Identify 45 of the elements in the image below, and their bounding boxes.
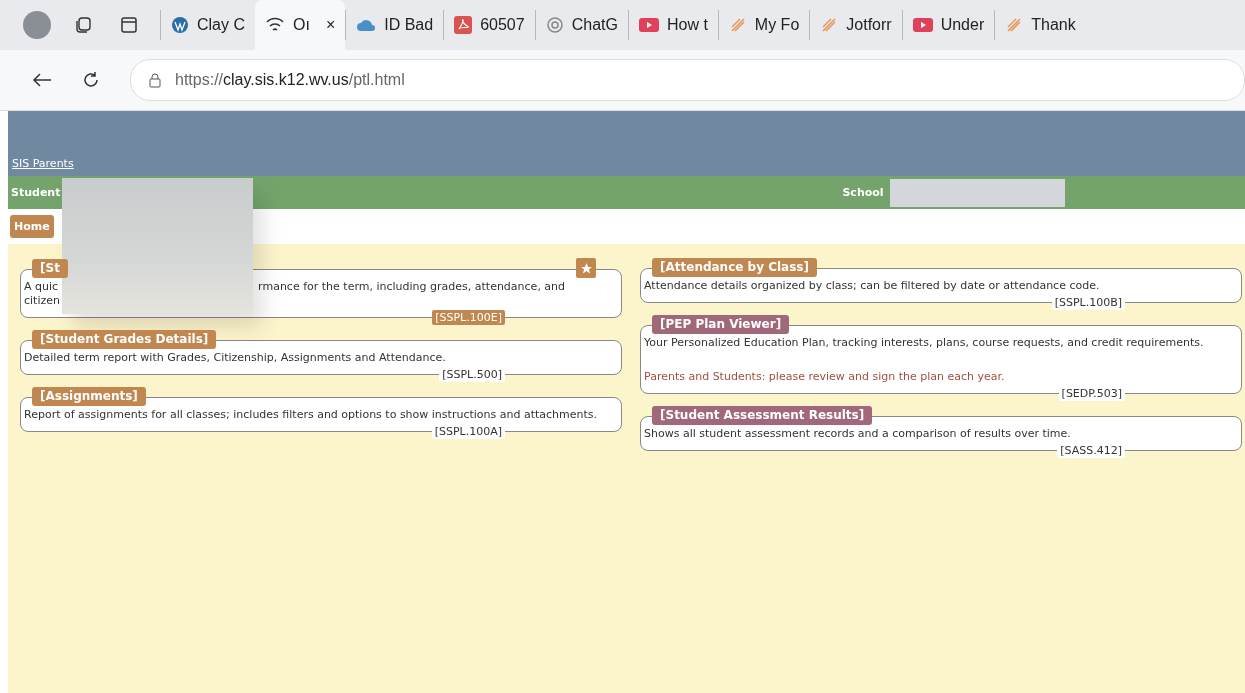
- sis-parents-link[interactable]: SIS Parents: [12, 157, 74, 170]
- card-title[interactable]: [Student Assessment Results]: [652, 406, 873, 425]
- card-description: rmance for the term, including grades, attendance, and: [258, 280, 566, 294]
- program-code: [SSPL.100B]: [1051, 295, 1125, 310]
- browser-tab[interactable]: ChatG: [534, 10, 628, 40]
- collections-icon[interactable]: [74, 16, 92, 34]
- program-code: [SSPL.100A]: [431, 424, 505, 439]
- card-title[interactable]: [PEP Plan Viewer]: [652, 315, 790, 334]
- video-icon: [912, 18, 933, 32]
- card-description: A quic: [24, 280, 59, 294]
- profile-avatar-icon[interactable]: [23, 11, 51, 39]
- browser-tab[interactable]: ID Bad: [345, 10, 444, 40]
- card-description: Report of assignments for all classes; includes filters and options to show instructions and attachments.: [24, 408, 598, 422]
- card-description: Detailed term report with Grades, Citizenship, Assignments and Attendance.: [24, 351, 446, 365]
- program-code: [SSPL.100E]: [432, 310, 505, 325]
- cloud-icon: [356, 18, 377, 32]
- program-code: [SSPL.500]: [439, 367, 505, 382]
- card-note: Parents and Students: please review and sign the plan each year.: [644, 370, 1006, 384]
- star-icon: [579, 261, 593, 275]
- video-icon: [638, 18, 659, 32]
- wifi-icon: [265, 17, 285, 33]
- tab-actions-icon[interactable]: [121, 17, 137, 33]
- close-icon[interactable]: ×: [325, 16, 336, 34]
- card-description: Shows all student assessment records and a comparison of results over time.: [644, 427, 1071, 441]
- student-label: Student: [11, 186, 61, 199]
- browser-tab[interactable]: Under: [901, 10, 995, 40]
- browser-tab[interactable]: Oı ×: [255, 0, 346, 50]
- browser-tab[interactable]: How t: [627, 10, 718, 40]
- card-description: citizen: [24, 294, 60, 308]
- school-label: School: [842, 186, 884, 199]
- card-description: Your Personalized Education Plan, tracking interests, plans, course requests, and credit requirements.: [644, 336, 1204, 350]
- back-icon[interactable]: [32, 72, 52, 88]
- lock-icon: [149, 72, 161, 88]
- card-description: Attendance details organized by class; can be filtered by date or attendance code.: [644, 279, 1100, 293]
- pdf-icon: [454, 16, 473, 34]
- refresh-icon[interactable]: [82, 71, 100, 89]
- browser-tab[interactable]: My Fo: [717, 10, 810, 40]
- browser-tab[interactable]: 60507: [443, 10, 535, 40]
- wordpress-icon: [171, 16, 189, 34]
- browser-tab[interactable]: Jotforr: [809, 10, 902, 40]
- address-field[interactable]: https://clay.sis.k12.wv.us/ptl.html: [130, 59, 1245, 101]
- program-code: [SASS.412]: [1057, 443, 1125, 458]
- browser-tab[interactable]: Thank: [994, 10, 1086, 40]
- program-code: [SEDP.503]: [1058, 386, 1125, 401]
- favorite-button[interactable]: [576, 258, 596, 278]
